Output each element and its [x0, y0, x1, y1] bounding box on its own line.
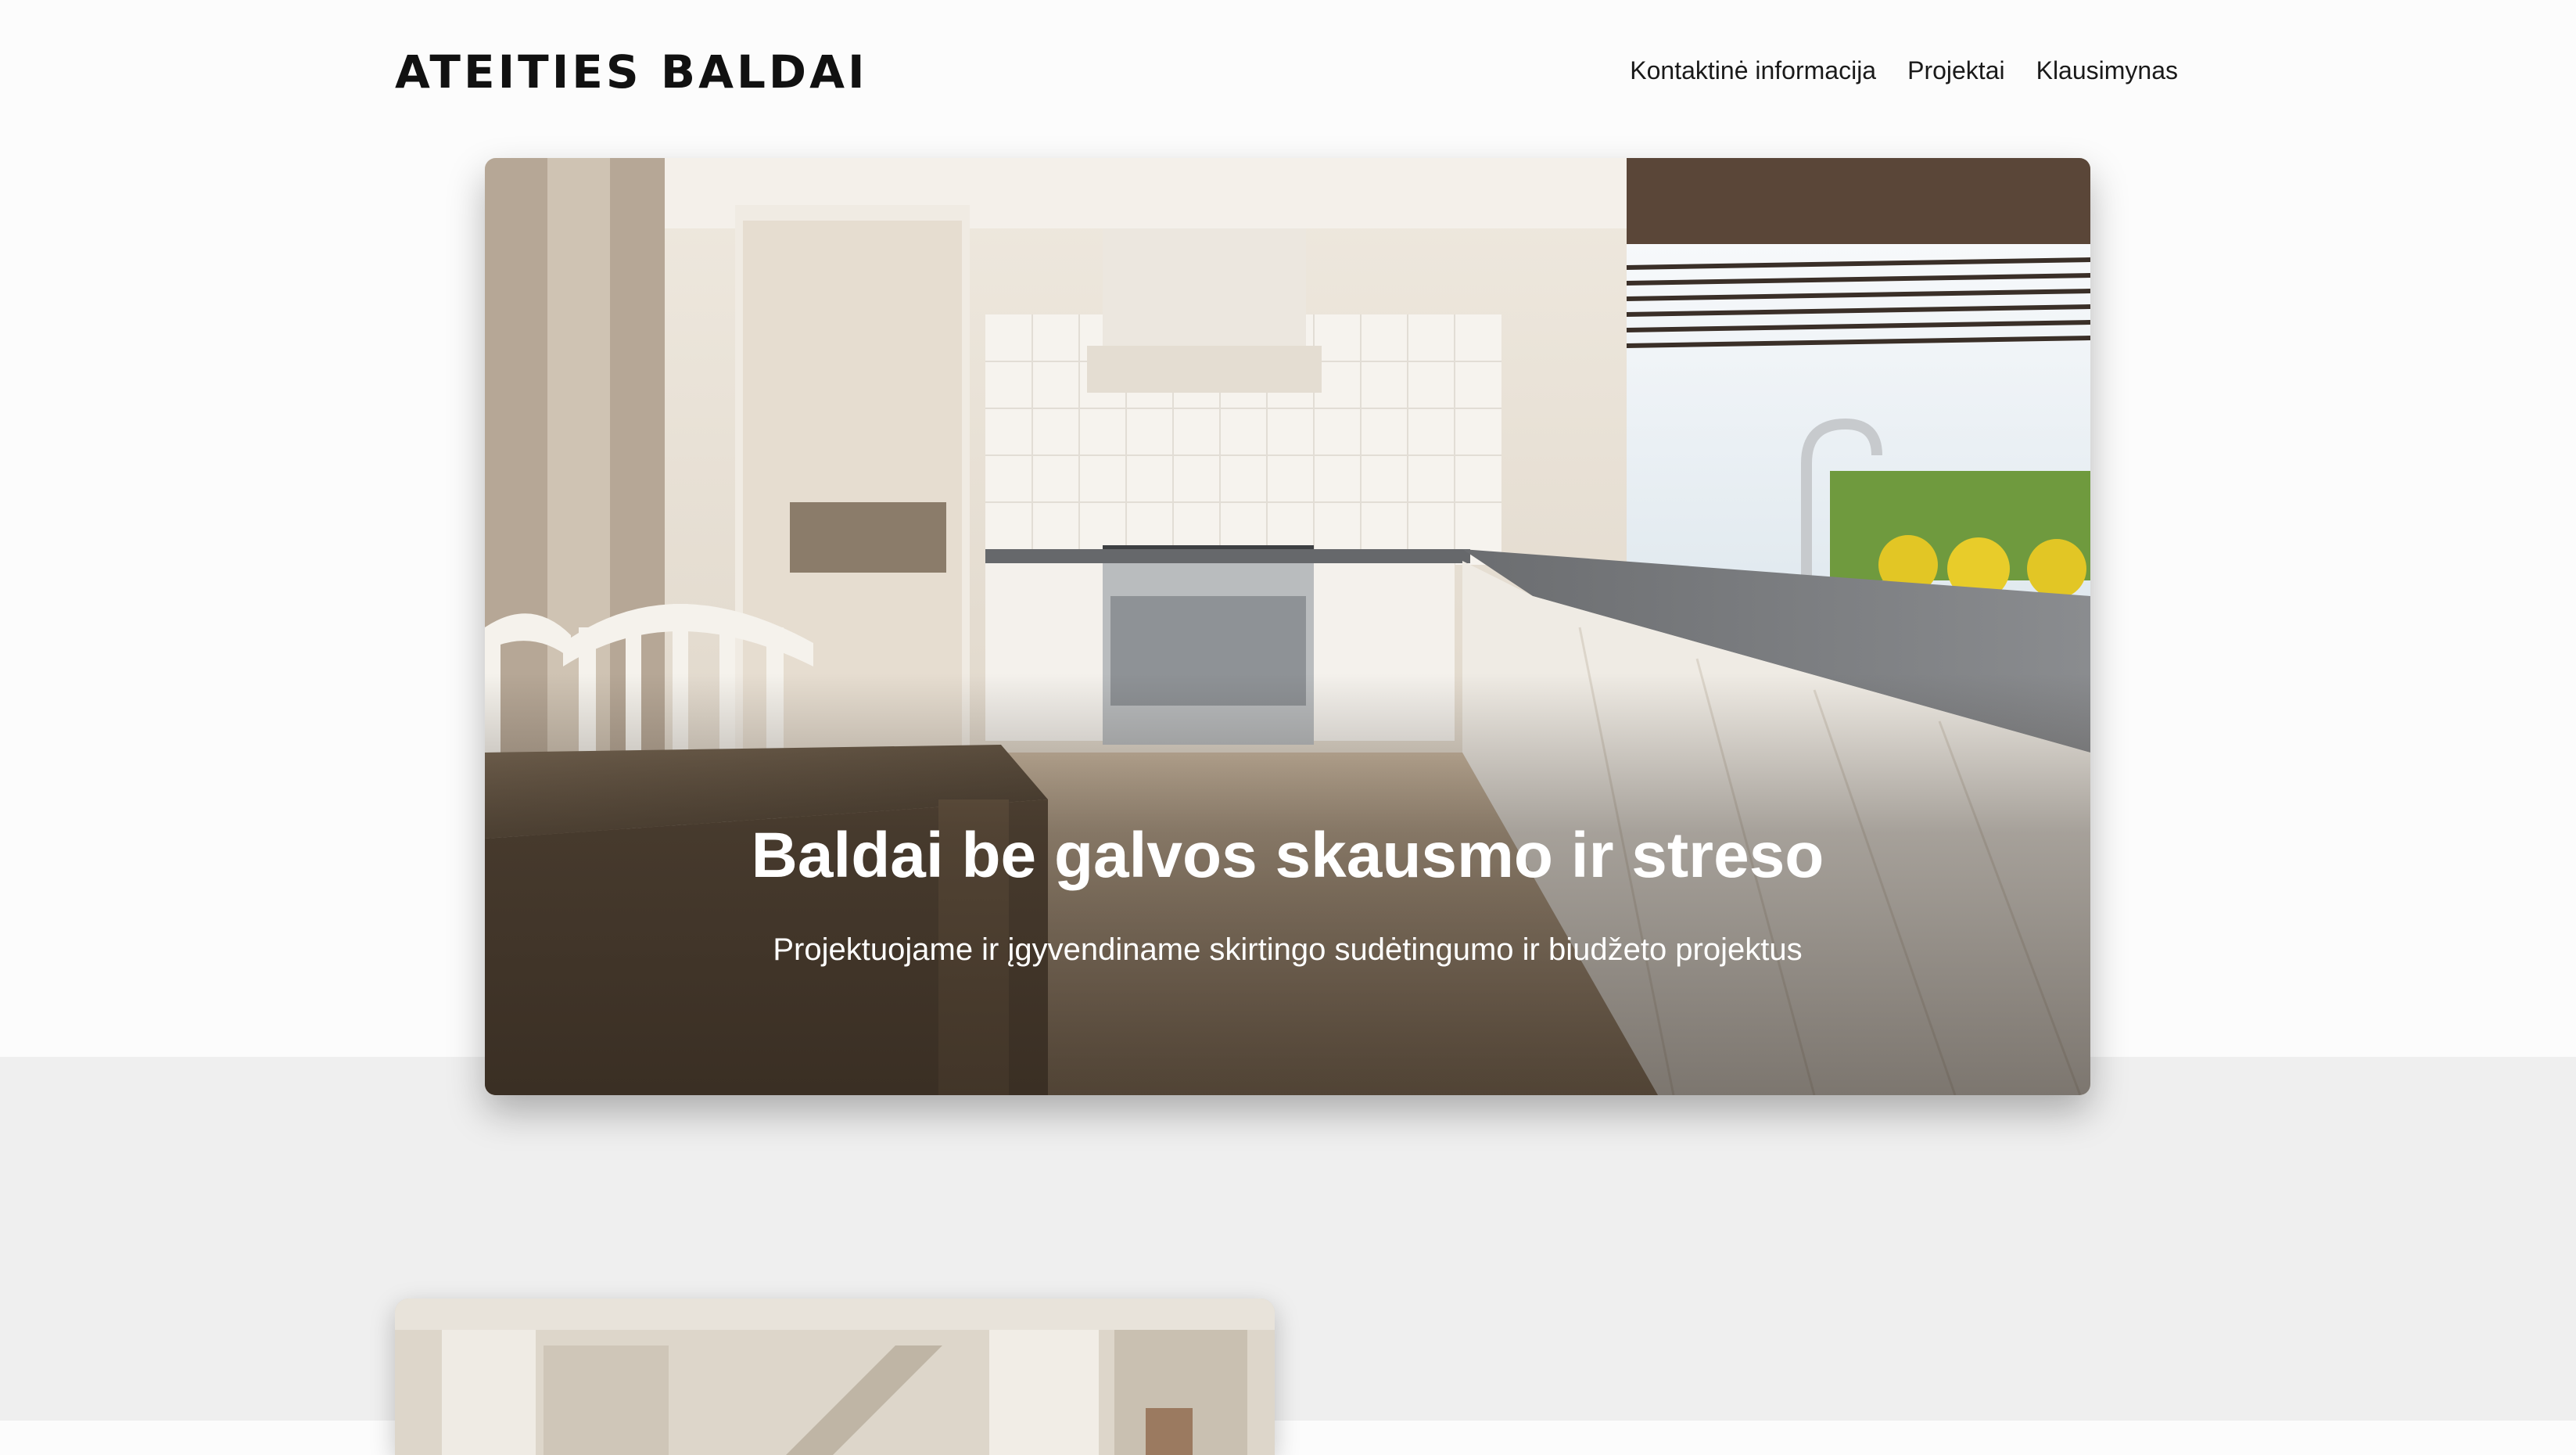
site-logo[interactable]: ATEITIES BALDAI [395, 48, 865, 95]
section2-heading-partial [1447, 1400, 1994, 1421]
section2-image-card [395, 1299, 1275, 1455]
nav-link-questionnaire[interactable]: Klausimynas [2036, 56, 2178, 85]
nav-link-projects[interactable]: Projektai [1907, 56, 2005, 85]
hero-title-container: Baldai be galvos skausmo ir streso [485, 817, 2090, 894]
nav-link-contact[interactable]: Kontaktinė informacija [1630, 56, 1876, 85]
hero-subtitle: Projektuojame ir įgyvendiname skirtingo … [773, 932, 1803, 967]
section2-interior-image [395, 1299, 1275, 1455]
main-navigation: Kontaktinė informacija Projektai Klausim… [1630, 48, 2178, 92]
hero-title: Baldai be galvos skausmo ir streso [751, 820, 1824, 891]
section-background-band [0, 1057, 2576, 1421]
hero-subtitle-container: Projektuojame ir įgyvendiname skirtingo … [485, 931, 2090, 968]
hero-banner: Baldai be galvos skausmo ir streso Proje… [485, 158, 2090, 1095]
